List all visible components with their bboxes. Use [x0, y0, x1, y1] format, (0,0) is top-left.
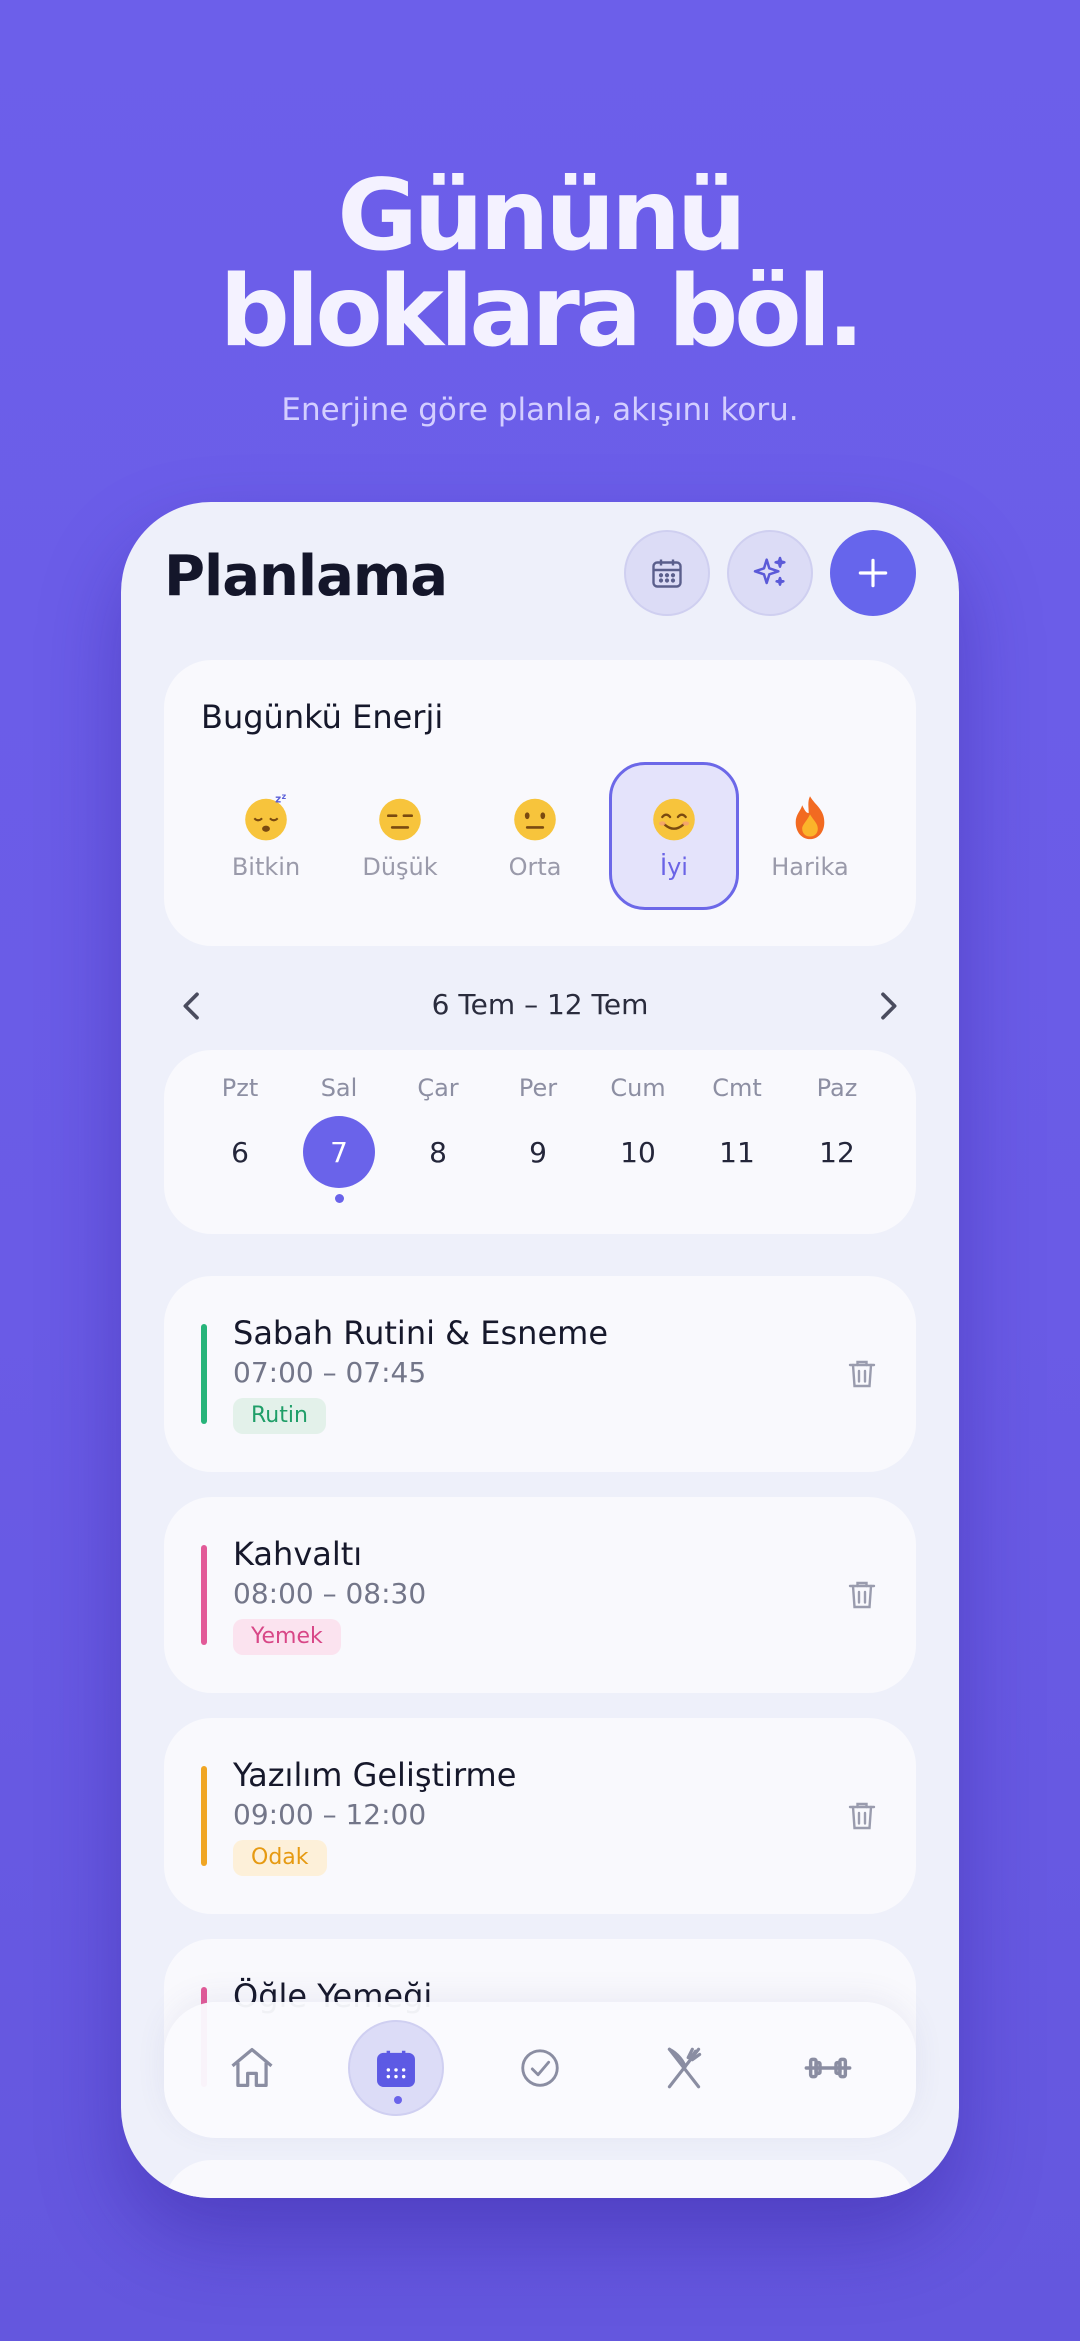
- check-circle-icon: [521, 2049, 559, 2087]
- active-tab-dot: [394, 2096, 402, 2104]
- block-title: Sabah Rutini & Esneme: [233, 1314, 608, 1352]
- hero-subtitle: Enerjine göre planla, akışını koru.: [281, 392, 799, 428]
- day-number: 6: [231, 1135, 249, 1169]
- day-cell-sal[interactable]: Sal 7: [299, 1074, 379, 1203]
- time-block-card[interactable]: Kahvaltı 08:00 – 08:30 Yemek: [164, 1497, 916, 1693]
- day-number: 10: [620, 1135, 656, 1169]
- category-tag: Odak: [233, 1840, 327, 1876]
- phone-screen: Planlama Bugünkü Enerji z z Bitkin Düşük…: [121, 502, 959, 2198]
- block-time: 09:00 – 12:00: [233, 1798, 427, 1831]
- day-cell-paz[interactable]: Paz 12: [797, 1074, 877, 1188]
- trash-icon[interactable]: [844, 1796, 880, 1836]
- category-tag: Rutin: [233, 1398, 326, 1434]
- category-color-bar: [201, 1324, 207, 1424]
- energy-option-bitkin[interactable]: z z Bitkin: [201, 762, 331, 910]
- day-name: Per: [518, 1074, 558, 1102]
- week-navigator: 6 Tem – 12 Tem: [164, 980, 916, 1030]
- expressionless-face-icon: [379, 798, 421, 841]
- energy-option-dusuk[interactable]: Düşük: [335, 762, 465, 910]
- trash-icon[interactable]: [844, 1575, 880, 1615]
- energy-option-label: İyi: [660, 853, 688, 881]
- day-cell-car[interactable]: Çar 8: [398, 1074, 478, 1188]
- smiling-face-icon: [653, 798, 695, 841]
- hero-title: Gününü bloklara böl.: [0, 159, 1080, 369]
- tab-calendar[interactable]: [348, 2020, 444, 2116]
- calendar-icon: [652, 559, 682, 588]
- home-icon: [231, 2047, 273, 2087]
- day-number: 8: [429, 1135, 447, 1169]
- hero-title-line2: bloklara böl.: [219, 255, 865, 369]
- day-name: Paz: [816, 1074, 858, 1102]
- day-number: 9: [529, 1135, 547, 1169]
- category-tag: Yemek: [233, 1619, 341, 1655]
- day-cell-cum[interactable]: Cum 10: [598, 1074, 678, 1188]
- plus-icon: [858, 558, 888, 588]
- energy-option-iyi[interactable]: İyi: [609, 762, 739, 910]
- bottom-tab-bar: [164, 2002, 916, 2138]
- has-events-dot: [334, 1194, 344, 1203]
- time-block-card[interactable]: Yazılım Geliştirme 09:00 – 12:00 Odak: [164, 1718, 916, 1914]
- sparkles-icon: [753, 556, 786, 586]
- category-color-bar: [201, 1545, 207, 1645]
- tab-workout[interactable]: [780, 2020, 876, 2116]
- day-cell-pzt[interactable]: Pzt 6: [200, 1074, 280, 1188]
- day-number: 7: [303, 1116, 375, 1188]
- energy-option-orta[interactable]: Orta: [470, 762, 600, 910]
- neutral-face-icon: [514, 798, 556, 841]
- energy-card: Bugünkü Enerji z z Bitkin Düşük Orta İyi…: [164, 660, 916, 946]
- dumbbell-icon: [804, 2057, 852, 2079]
- day-name: Çar: [417, 1074, 459, 1102]
- svg-text:z: z: [275, 794, 281, 806]
- day-name: Sal: [320, 1074, 358, 1102]
- block-time: 07:00 – 07:45: [233, 1356, 427, 1389]
- fire-icon: [795, 796, 825, 840]
- day-number: 12: [819, 1135, 855, 1169]
- day-name: Cum: [610, 1074, 666, 1102]
- day-name: Cmt: [712, 1074, 762, 1102]
- hero-title-line1: Gününü: [337, 159, 746, 273]
- energy-title: Bugünkü Enerji: [201, 698, 444, 736]
- block-time: 08:00 – 08:30: [233, 1577, 427, 1610]
- day-name: Pzt: [221, 1074, 259, 1102]
- day-cell-cmt[interactable]: Cmt 11: [697, 1074, 777, 1188]
- block-title: Kahvaltı: [233, 1535, 363, 1573]
- calendar-button[interactable]: [624, 530, 710, 616]
- sleepy-face-icon: z z: [245, 792, 287, 841]
- day-number: 11: [719, 1135, 755, 1169]
- page-title: Planlama: [164, 544, 448, 609]
- calendar-icon: [377, 2050, 415, 2087]
- energy-option-label: Orta: [508, 853, 562, 881]
- tab-meals[interactable]: [636, 2020, 732, 2116]
- energy-option-label: Düşük: [362, 853, 438, 881]
- time-block-card[interactable]: Sabah Rutini & Esneme 07:00 – 07:45 Ruti…: [164, 1276, 916, 1472]
- day-cell-per[interactable]: Per 9: [498, 1074, 578, 1188]
- tab-tasks[interactable]: [492, 2020, 588, 2116]
- tab-home[interactable]: [204, 2020, 300, 2116]
- svg-text:z: z: [282, 792, 287, 801]
- energy-option-label: Bitkin: [231, 853, 301, 881]
- trash-icon[interactable]: [844, 1354, 880, 1394]
- chevron-right-icon[interactable]: [868, 986, 908, 1026]
- category-color-bar: [201, 1766, 207, 1866]
- ai-suggest-button[interactable]: [727, 530, 813, 616]
- fork-knife-icon: [667, 2047, 702, 2089]
- energy-option-harika[interactable]: Harika: [745, 762, 875, 910]
- block-title: Yazılım Geliştirme: [233, 1756, 517, 1794]
- week-calendar: Pzt 6 Sal 7 Çar 8 Per 9 Cum 10 Cmt 11 Pa…: [164, 1050, 916, 1234]
- time-block-card[interactable]: [164, 2160, 916, 2198]
- add-block-button[interactable]: [830, 530, 916, 616]
- week-range-label: 6 Tem – 12 Tem: [431, 988, 649, 1021]
- energy-option-label: Harika: [771, 853, 849, 881]
